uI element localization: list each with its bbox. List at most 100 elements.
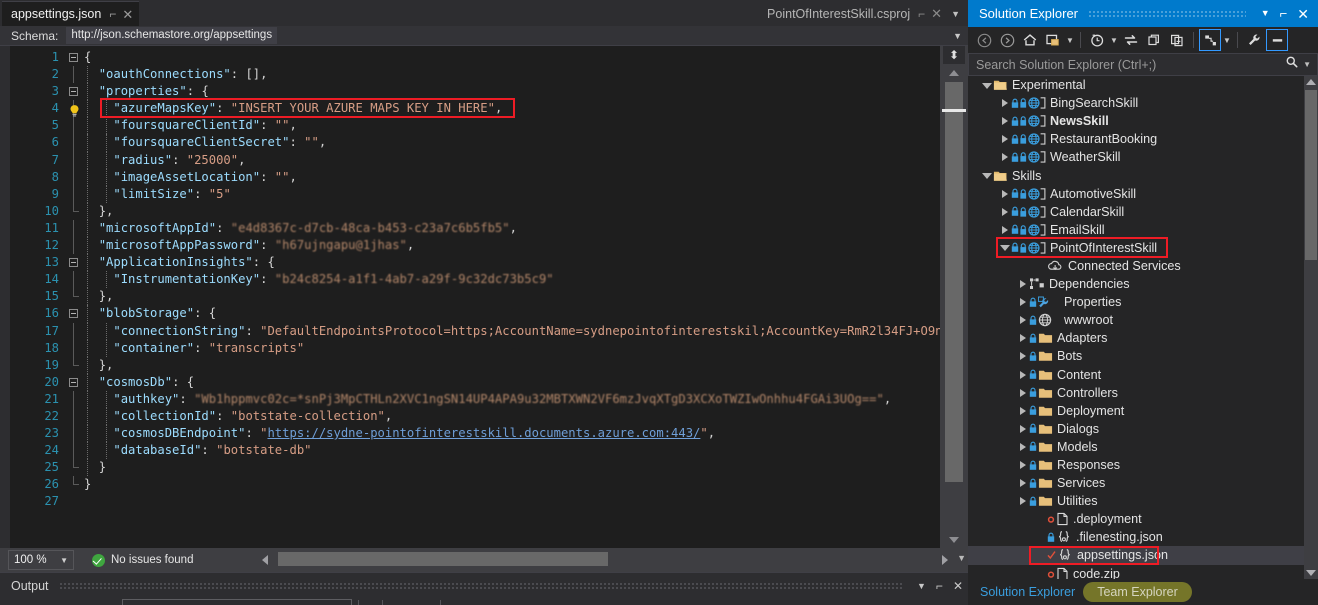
chevron-down-icon[interactable] [998,244,1011,252]
line-content[interactable]: }, [84,288,113,306]
hscrollbar-thumb[interactable] [278,552,608,566]
chevron-down-icon[interactable]: ▼ [951,9,960,19]
line-content[interactable]: "radius": "25000", [84,151,245,169]
code-editor[interactable]: 1{2 "oauthConnections": [], 3 "properties… [0,46,968,548]
tree-item-weatherskill[interactable]: WeatherSkill [968,148,1304,166]
scroll-up-button[interactable] [940,64,968,81]
tab-team-explorer[interactable]: Team Explorer [1083,582,1192,602]
chevron-right-icon[interactable] [1016,442,1029,451]
code-line[interactable]: 4 "azureMapsKey": "INSERT YOUR AZURE MAP… [10,100,940,118]
panel-drag-grip[interactable] [58,582,902,589]
code-line[interactable]: 12 "microsoftAppPassword": "h67ujngapu@1… [10,237,940,255]
back-icon[interactable] [973,29,995,51]
line-content[interactable]: "cosmosDBEndpoint": "https://sydne-point… [84,425,715,443]
show-all-files-icon[interactable] [1199,29,1221,51]
tree-item-controllers[interactable]: Controllers [968,384,1304,402]
line-content[interactable]: "foursquareClientId": "", [84,117,297,135]
tab-appsettings-json[interactable]: appsettings.json ⌐ ✕ [2,1,140,26]
forward-icon[interactable] [996,29,1018,51]
line-content[interactable]: "properties": { [84,83,209,101]
pending-changes-caret-icon[interactable]: ▼ [1109,36,1119,45]
solution-tree[interactable]: Experimental BingSearchSkill NewsSkill Rest… [968,76,1318,579]
tree-item-models[interactable]: Models [968,438,1304,456]
line-content[interactable]: "databaseId": "botstate-db" [84,442,312,460]
scrollbar-thumb[interactable] [945,82,963,482]
chevron-right-icon[interactable] [1016,316,1029,325]
token-link[interactable]: https://sydne-pointofinterestskill.docum… [267,426,700,440]
preview-selected-items-icon[interactable] [1266,29,1288,51]
tree-item-pointofinterestskill[interactable]: PointOfInterestSkill [968,239,1304,257]
tree-item-calendarskill[interactable]: CalendarSkill [968,203,1304,221]
line-content[interactable]: "azureMapsKey": "INSERT YOUR AZURE MAPS … [84,100,502,118]
chevron-right-icon[interactable] [998,189,1011,198]
collapse-icon[interactable] [69,53,78,62]
search-solution-explorer-box[interactable]: ▼ [968,53,1318,76]
code-line[interactable]: 21 "authkey": "Wb1hppmvc02c=*snPj3MpCTHL… [10,390,940,408]
line-content[interactable]: "microsoftAppId": "e4d8367c-d7cb-48ca-b4… [84,219,517,238]
chevron-down-icon[interactable] [980,82,993,89]
line-content[interactable]: }, [84,356,113,374]
tree-item-code-zip[interactable]: code.zip [968,565,1304,579]
tree-item-adapters[interactable]: Adapters [968,329,1304,347]
code-line[interactable]: 1{ [10,49,940,66]
chevron-right-icon[interactable] [1016,497,1029,506]
zoom-level-selector[interactable]: 100 % ▼ [8,550,74,570]
code-line[interactable]: 8 "imageAssetLocation": "", [10,168,940,186]
line-content[interactable]: "collectionId": "botstate-collection", [84,407,392,426]
code-line[interactable]: 26} [10,476,940,493]
pin-icon[interactable]: ⌐ [109,8,116,20]
chevron-right-icon[interactable] [998,153,1011,162]
tree-item-wwwroot[interactable]: wwwroot [968,311,1304,329]
code-line[interactable]: 14 "InstrumentationKey": "b24c8254-a1f1-… [10,271,940,289]
scroll-down-button[interactable] [940,531,968,548]
code-line[interactable]: 9 "limitSize": "5" [10,185,940,203]
chevron-down-icon[interactable]: ▼ [953,31,962,41]
chevron-right-icon[interactable] [1016,352,1029,361]
chevron-up-icon[interactable] [1306,79,1316,85]
editor-horizontal-scrollbar[interactable] [258,549,954,570]
code-line[interactable]: 5 "foursquareClientId": "", [10,117,940,135]
chevron-down-icon[interactable] [980,172,993,180]
new-folder-icon[interactable] [1042,29,1064,51]
code-line[interactable]: 10 }, [10,202,940,220]
pin-icon[interactable]: ⌐ [918,8,925,20]
search-input[interactable] [969,57,1282,72]
code-line[interactable]: 11 "microsoftAppId": "e4d8367c-d7cb-48ca… [10,219,940,238]
code-line[interactable]: 16 "blobStorage": { [10,305,940,323]
sync-with-active-document-icon[interactable] [1120,29,1142,51]
close-icon[interactable]: ✕ [948,579,968,593]
chevron-right-icon[interactable] [1016,388,1029,397]
code-line[interactable]: 15 }, [10,288,940,306]
tree-item-deployment[interactable]: Deployment [968,402,1304,420]
tree-rows[interactable]: Experimental BingSearchSkill NewsSkill Rest… [968,76,1304,579]
line-content[interactable]: "oauthConnections": [], [84,66,267,84]
tree-item-services[interactable]: Services [968,474,1304,492]
chevron-left-icon[interactable] [262,554,268,565]
line-content[interactable]: "blobStorage": { [84,305,216,323]
pending-changes-icon[interactable] [1086,29,1108,51]
line-content[interactable]: "cosmosDb": { [84,373,194,391]
line-content[interactable]: "ApplicationInsights": { [84,254,275,272]
tree-vertical-scrollbar[interactable] [1304,76,1318,579]
tree-item-properties[interactable]: Properties [968,293,1304,311]
tree-item-restaurantbooking[interactable]: RestaurantBooking [968,130,1304,148]
code-line[interactable]: 27 [10,493,940,510]
tree-item-bots[interactable]: Bots [968,347,1304,365]
pin-icon[interactable]: ⌐ [931,579,948,593]
tree-item-connected-services[interactable]: Connected Services [968,257,1304,275]
line-content[interactable]: "limitSize": "5" [84,185,231,203]
search-icon[interactable] [1281,55,1303,74]
collapse-icon[interactable] [69,377,78,387]
collapse-icon[interactable] [69,87,78,97]
code-line[interactable]: 3 "properties": { [10,83,940,101]
line-content[interactable]: "microsoftAppPassword": "h67ujngapu@1jha… [84,237,414,255]
tree-item-filenesting-json[interactable]: .filenesting.json [968,528,1304,546]
line-content[interactable]: } [84,459,106,477]
scrollbar-thumb[interactable] [1305,90,1317,260]
chevron-right-icon[interactable] [998,207,1011,216]
split-view-button[interactable]: ⬍ [943,46,965,64]
chevron-right-icon[interactable] [998,117,1011,126]
show-all-files-caret-icon[interactable]: ▼ [1222,36,1232,45]
tree-item-deployment[interactable]: .deployment [968,510,1304,528]
code-line[interactable]: 20 "cosmosDb": { [10,373,940,391]
